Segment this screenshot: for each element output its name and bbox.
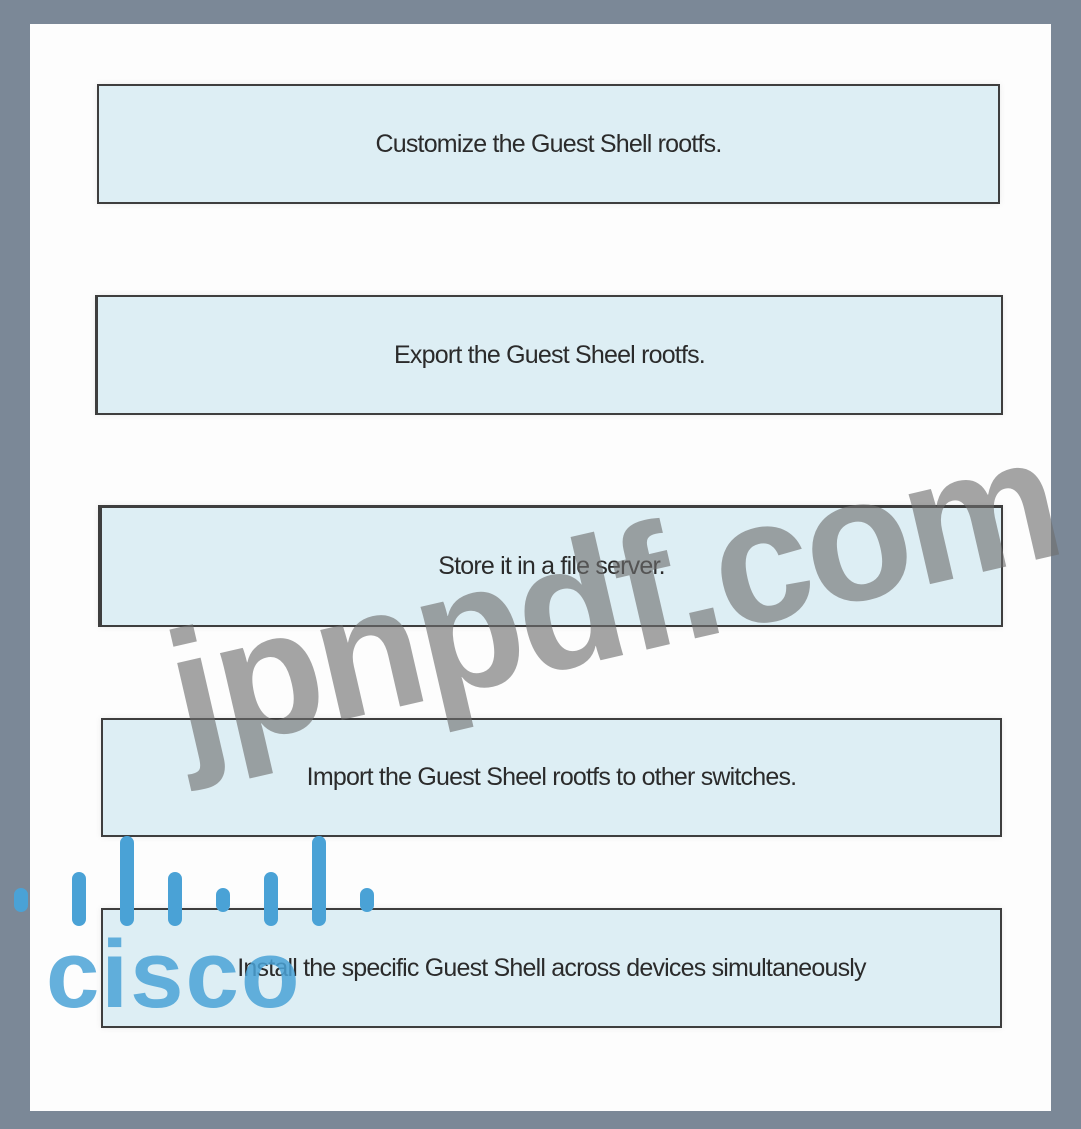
step-box-store: Store it in a file server. <box>98 505 1003 627</box>
step-box-export: Export the Guest Sheel rootfs. <box>95 295 1003 415</box>
step-box-install: Install the specific Guest Shell across … <box>101 908 1002 1028</box>
step-box-import: Import the Guest Sheel rootfs to other s… <box>101 718 1002 837</box>
step-label: Customize the Guest Shell rootfs. <box>375 129 723 158</box>
step-label: Install the specific Guest Shell across … <box>237 953 866 982</box>
step-label: Export the Guest Sheel rootfs. <box>394 340 706 369</box>
step-box-customize: Customize the Guest Shell rootfs. <box>97 84 1000 204</box>
step-label: Import the Guest Sheel rootfs to other s… <box>306 763 797 791</box>
step-label: Store it in a file server. <box>438 552 665 580</box>
